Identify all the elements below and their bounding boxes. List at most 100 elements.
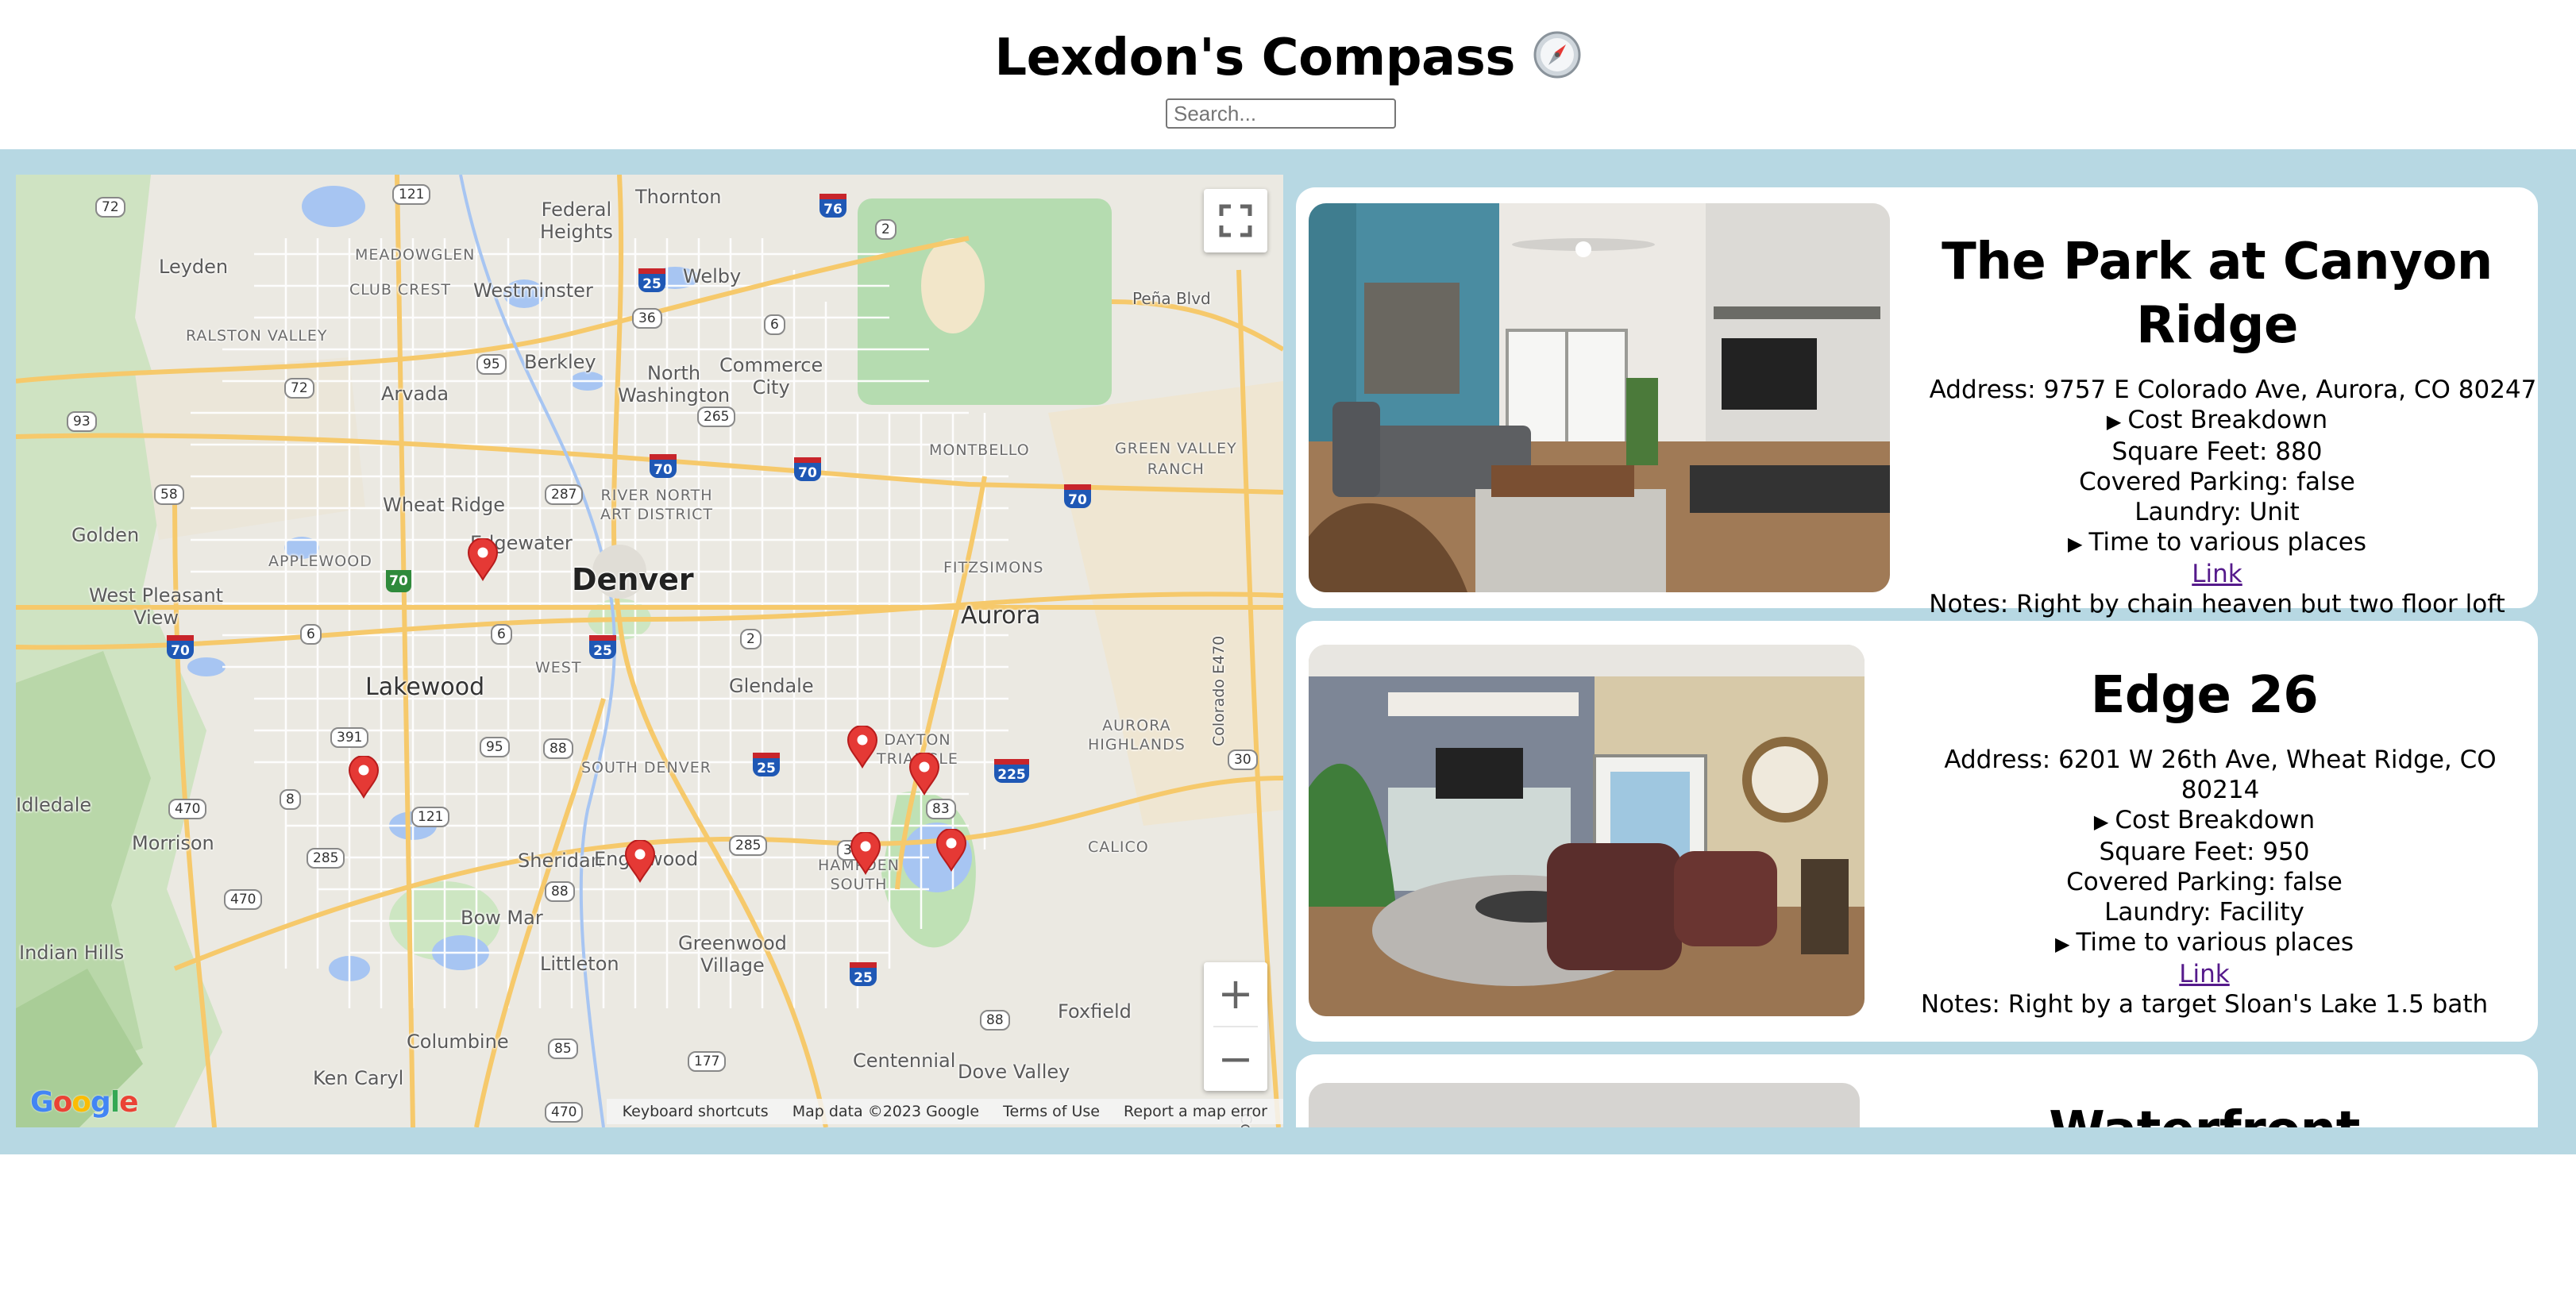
- map-label-ken-caryl: Ken Caryl: [313, 1067, 404, 1089]
- route-shield: 121: [392, 184, 431, 205]
- interstate-shield: 70: [794, 457, 821, 481]
- map-label-bow-mar: Bow Mar: [461, 907, 543, 929]
- map-label-club-crest: CLUB CREST: [349, 281, 452, 299]
- map-label-aurora: Aurora: [961, 602, 1041, 630]
- listing-name: Waterfront: [1884, 1099, 2525, 1127]
- map-label-centennial: Centennial: [853, 1050, 956, 1072]
- time-to-places-toggle[interactable]: ▶ Time to various places: [1896, 527, 2538, 559]
- map-label-fitzsimons: FITZSIMONS: [943, 559, 1044, 576]
- route-shield: 177: [688, 1051, 727, 1072]
- route-shield: 6: [764, 314, 785, 335]
- route-shield: 470: [545, 1102, 584, 1123]
- map-label-north-washington: North Washington: [618, 362, 731, 406]
- route-shield: 287: [545, 484, 584, 505]
- listing-info: The Park at Canyon Ridge Address: 9757 E…: [1896, 230, 2538, 619]
- zoom-controls: + −: [1204, 962, 1267, 1091]
- page-title: Lexdon's Compass: [0, 22, 2576, 94]
- map-label-aurora-highlands: AURORA HIGHLANDS: [1088, 717, 1186, 753]
- listing-parking: Covered Parking: false: [2066, 868, 2343, 896]
- map-marker-pin[interactable]: [908, 753, 940, 796]
- route-shield: 70: [386, 570, 411, 592]
- listing-card: Edge 26 Address: 6201 W 26th Ave, Wheat …: [1296, 621, 2538, 1042]
- interstate-shield: 70: [1064, 484, 1091, 508]
- map-label-calico: CALICO: [1088, 838, 1149, 856]
- map-label-applewood: APPLEWOOD: [268, 553, 372, 570]
- search-input[interactable]: [1166, 98, 1396, 129]
- report-map-error-link[interactable]: Report a map error: [1124, 1103, 1267, 1120]
- map-label-morrison: Morrison: [132, 832, 214, 854]
- map-label-lakewood: Lakewood: [365, 673, 485, 701]
- interstate-shield: 25: [753, 753, 780, 776]
- listings-panel[interactable]: The Park at Canyon Ridge Address: 9757 E…: [1296, 175, 2551, 1127]
- interstate-shield: 76: [819, 194, 846, 218]
- map-marker-pin[interactable]: [467, 538, 499, 581]
- map-label-south-denver: SOUTH DENVER: [581, 759, 711, 776]
- map-label-montbello: MONTBELLO: [929, 441, 1030, 459]
- route-shield: 121: [411, 807, 450, 827]
- route-shield: 30: [1228, 749, 1258, 770]
- disclosure-triangle-icon: ▶: [2054, 933, 2070, 955]
- route-shield: 391: [330, 727, 369, 748]
- cost-breakdown-toggle[interactable]: ▶ Cost Breakdown: [1896, 405, 2538, 437]
- map-label-berkley: Berkley: [524, 351, 596, 373]
- route-shield: 88: [543, 738, 573, 759]
- listing-card: The Park at Canyon Ridge Address: 9757 E…: [1296, 187, 2538, 618]
- route-shield: 72: [95, 197, 125, 218]
- route-shield: 88: [980, 1010, 1010, 1031]
- map-label-welby: Welby: [683, 265, 742, 287]
- listing-card: Waterfront: [1296, 1054, 2538, 1127]
- main-content: Thornton Federal Heights Westminster Wel…: [0, 149, 2576, 1154]
- google-logo[interactable]: Google: [30, 1086, 139, 1119]
- route-shield: 6: [300, 624, 322, 645]
- listing-notes: Notes: Right by a target Sloan's Lake 1.…: [1920, 990, 2489, 1019]
- fullscreen-icon: [1219, 204, 1252, 237]
- fullscreen-button[interactable]: [1204, 189, 1267, 252]
- map-label-river-north: RIVER NORTH ART DISTRICT: [600, 487, 714, 523]
- listing-laundry: Laundry: Unit: [2134, 498, 2300, 526]
- listing-sqft: Square Feet: 880: [2111, 437, 2323, 466]
- map-label-green-valley-ranch: GREEN VALLEY RANCH: [1115, 440, 1237, 478]
- map[interactable]: Thornton Federal Heights Westminster Wel…: [16, 175, 1283, 1127]
- map-label-meadowglen: MEADOWGLEN: [355, 246, 476, 264]
- map-label-columbine: Columbine: [407, 1031, 509, 1053]
- route-shield: 36: [632, 308, 662, 329]
- zoom-out-button[interactable]: −: [1204, 1027, 1267, 1091]
- keyboard-shortcuts-link[interactable]: Keyboard shortcuts: [623, 1103, 769, 1120]
- route-shield: 285: [729, 835, 768, 856]
- cost-breakdown-toggle[interactable]: ▶ Cost Breakdown: [1884, 805, 2525, 837]
- route-shield: 470: [224, 889, 263, 910]
- listing-link[interactable]: Link: [2192, 560, 2242, 588]
- listing-link[interactable]: Link: [2179, 960, 2229, 988]
- listing-info: Waterfront: [1884, 1099, 2525, 1127]
- route-shield: 72: [284, 378, 314, 399]
- map-marker-pin[interactable]: [624, 840, 656, 883]
- disclosure-triangle-icon: ▶: [2093, 811, 2109, 833]
- map-label-leyden: Leyden: [159, 256, 229, 278]
- page-header: Lexdon's Compass: [0, 0, 2576, 149]
- route-shield: 58: [154, 484, 184, 505]
- time-to-places-toggle[interactable]: ▶ Time to various places: [1884, 927, 2525, 959]
- listing-parking: Covered Parking: false: [2079, 468, 2355, 496]
- zoom-in-button[interactable]: +: [1204, 962, 1267, 1026]
- route-shield: 95: [476, 354, 507, 375]
- listing-photo: [1309, 203, 1890, 592]
- map-label-idledale: Idledale: [16, 794, 92, 816]
- map-marker-pin[interactable]: [850, 832, 881, 875]
- route-shield: 83: [926, 799, 956, 819]
- map-label-arvada: Arvada: [381, 383, 449, 405]
- listing-address: Address: 6201 W 26th Ave, Wheat Ridge, C…: [1944, 746, 2497, 804]
- route-shield: 88: [545, 881, 575, 902]
- map-marker-pin[interactable]: [846, 726, 878, 769]
- map-label-glendale: Glendale: [729, 675, 814, 697]
- terms-of-use-link[interactable]: Terms of Use: [1003, 1103, 1100, 1120]
- map-label-pena-blvd: Peña Blvd: [1132, 289, 1211, 308]
- map-label-foxfield: Foxfield: [1058, 1000, 1132, 1023]
- map-label-federal-heights: Federal Heights: [540, 198, 613, 243]
- map-marker-pin[interactable]: [348, 756, 380, 799]
- listing-notes: Notes: Right by chain heaven but two flo…: [1929, 590, 2505, 618]
- interstate-shield: 70: [650, 454, 677, 478]
- map-marker-pin[interactable]: [935, 829, 967, 872]
- map-label-west: WEST: [535, 659, 582, 676]
- route-shield: 285: [307, 848, 345, 869]
- disclosure-triangle-icon: ▶: [2067, 533, 2083, 555]
